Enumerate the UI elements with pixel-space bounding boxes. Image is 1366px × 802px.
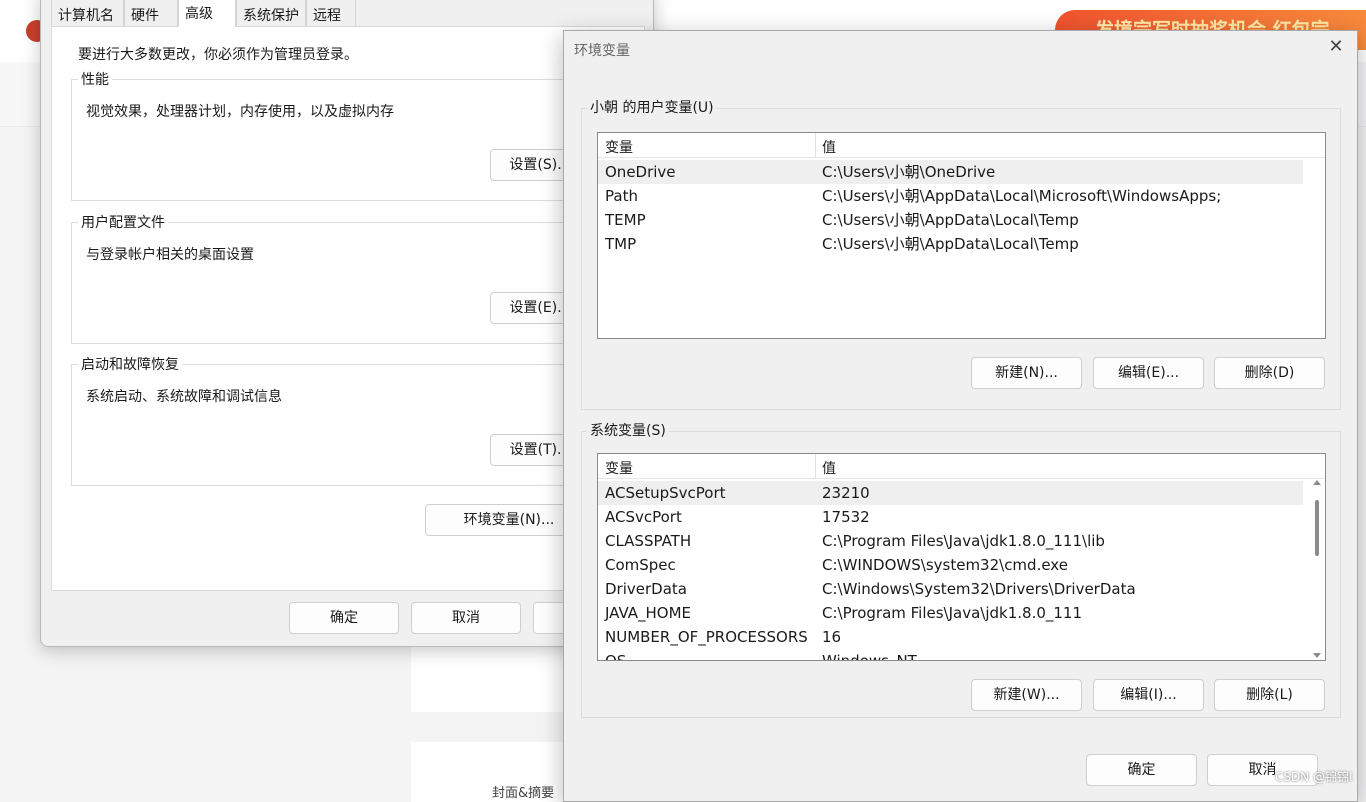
variable-value: 17532 (822, 508, 870, 526)
table-row[interactable]: ACSetupSvcPort 23210 (598, 481, 1303, 505)
variable-name: Path (605, 187, 638, 205)
variable-value: C:\Users\小朝\AppData\Local\Temp (822, 211, 1079, 229)
table-row[interactable]: NUMBER_OF_PROCESSORS 16 (598, 625, 1303, 649)
table-row[interactable]: Path C:\Users\小朝\AppData\Local\Microsoft… (598, 184, 1303, 208)
scroll-up-arrow-icon[interactable] (1313, 480, 1321, 485)
env-ok-button[interactable]: 确定 (1086, 754, 1197, 786)
variable-value: C:\Program Files\Java\jdk1.8.0_111\lib (822, 532, 1105, 550)
ok-button[interactable]: 确定 (289, 602, 399, 634)
user-new-button[interactable]: 新建(N)... (971, 357, 1082, 389)
user-profiles-title: 用户配置文件 (78, 212, 168, 232)
user-variables-group: 小朝 的用户变量(U) 变量 值 OneDrive C:\Users\小朝\On… (581, 97, 1341, 410)
variable-name: JAVA_HOME (605, 604, 692, 622)
variable-name: OneDrive (605, 163, 676, 181)
performance-group: 性能 视觉效果，处理器计划，内存使用，以及虚拟内存 设置(S)... (71, 69, 643, 201)
variable-name: CLASSPATH (605, 532, 692, 550)
variable-name: NUMBER_OF_PROCESSORS (605, 628, 808, 646)
variable-value: C:\Windows\System32\Drivers\DriverData (822, 580, 1136, 598)
system-properties-dialog: 计算机名 硬件 高级 系统保护 远程 要进行大多数更改，你必须作为管理员登录。 … (40, 0, 654, 647)
user-variables-list[interactable]: 变量 值 OneDrive C:\Users\小朝\OneDrive Path … (597, 132, 1326, 339)
table-row[interactable]: ComSpec C:\WINDOWS\system32\cmd.exe (598, 553, 1303, 577)
table-row[interactable]: DriverData C:\Windows\System32\Drivers\D… (598, 577, 1303, 601)
admin-note: 要进行大多数更改，你必须作为管理员登录。 (78, 47, 358, 63)
variable-value: 16 (822, 628, 842, 646)
list-header: 变量 值 (598, 454, 1325, 479)
variable-value: C:\Program Files\Java\jdk1.8.0_111 (822, 604, 1083, 622)
system-variables-title: 系统变量(S) (587, 420, 669, 440)
startup-recovery-description: 系统启动、系统故障和调试信息 (86, 389, 282, 405)
variable-value: C:\Users\小朝\AppData\Local\Temp (822, 235, 1079, 253)
vertical-scrollbar[interactable] (1311, 478, 1323, 660)
user-profiles-description: 与登录帐户相关的桌面设置 (86, 247, 254, 263)
column-header-value[interactable]: 值 (822, 458, 836, 478)
variable-value: C:\Users\小朝\AppData\Local\Microsoft\Wind… (822, 187, 1222, 205)
variable-value: 23210 (822, 484, 870, 502)
system-delete-button[interactable]: 删除(L) (1214, 679, 1325, 711)
system-new-button[interactable]: 新建(W)... (971, 679, 1082, 711)
variable-name: TEMP (605, 211, 646, 229)
system-edit-button[interactable]: 编辑(I)... (1093, 679, 1204, 711)
csdn-watermark: CSDN @锦锦I (1275, 770, 1353, 784)
cancel-button[interactable]: 取消 (411, 602, 521, 634)
user-profiles-group: 用户配置文件 与登录帐户相关的桌面设置 设置(E)... (71, 212, 643, 344)
advanced-tab-panel: 要进行大多数更改，你必须作为管理员登录。 性能 视觉效果，处理器计划，内存使用，… (51, 26, 645, 591)
table-row[interactable]: TMP C:\Users\小朝\AppData\Local\Temp (598, 232, 1303, 256)
tab-advanced[interactable]: 高级 (178, 0, 236, 27)
system-variables-list[interactable]: 变量 值 ACSetupSvcPort 23210 ACSvcPort 1753… (597, 453, 1326, 661)
variable-name: DriverData (605, 580, 687, 598)
variable-value: Windows_NT (822, 652, 917, 661)
startup-recovery-group: 启动和故障恢复 系统启动、系统故障和调试信息 设置(T)... (71, 354, 643, 486)
list-header: 变量 值 (598, 133, 1325, 158)
user-delete-button[interactable]: 删除(D) (1214, 357, 1325, 389)
system-variables-group: 系统变量(S) 变量 值 ACSetupSvcPort 23210 ACSvcP… (581, 420, 1341, 718)
tab-system-protection[interactable]: 系统保护 (236, 0, 306, 27)
startup-recovery-title: 启动和故障恢复 (78, 354, 182, 374)
performance-title: 性能 (78, 69, 112, 89)
performance-description: 视觉效果，处理器计划，内存使用，以及虚拟内存 (86, 104, 394, 120)
column-header-variable[interactable]: 变量 (605, 458, 633, 478)
close-icon[interactable]: ✕ (1325, 36, 1347, 58)
scroll-down-arrow-icon[interactable] (1313, 653, 1321, 658)
table-row[interactable]: OS Windows_NT (598, 649, 1303, 661)
column-header-variable[interactable]: 变量 (605, 137, 633, 157)
table-row[interactable]: CLASSPATH C:\Program Files\Java\jdk1.8.0… (598, 529, 1303, 553)
scroll-thumb[interactable] (1315, 500, 1319, 556)
table-row[interactable]: TEMP C:\Users\小朝\AppData\Local\Temp (598, 208, 1303, 232)
table-row[interactable]: OneDrive C:\Users\小朝\OneDrive (598, 160, 1303, 184)
user-edit-button[interactable]: 编辑(E)... (1093, 357, 1204, 389)
variable-name: ComSpec (605, 556, 676, 574)
dialog-title: 环境变量 (574, 43, 630, 59)
variable-name: ACSetupSvcPort (605, 484, 726, 502)
variable-name: ACSvcPort (605, 508, 682, 526)
variable-name: TMP (605, 235, 637, 253)
variable-name: OS (605, 652, 627, 661)
table-row[interactable]: ACSvcPort 17532 (598, 505, 1303, 529)
tab-hardware[interactable]: 硬件 (124, 0, 178, 27)
column-divider[interactable] (815, 454, 816, 478)
user-variables-title: 小朝 的用户变量(U) (587, 97, 717, 117)
column-header-value[interactable]: 值 (822, 137, 836, 157)
variable-value: C:\WINDOWS\system32\cmd.exe (822, 556, 1068, 574)
tab-remote[interactable]: 远程 (306, 0, 356, 27)
column-divider[interactable] (815, 133, 816, 157)
tab-computer-name[interactable]: 计算机名 (51, 0, 124, 27)
variable-value: C:\Users\小朝\OneDrive (822, 163, 996, 181)
content-card (411, 640, 571, 712)
environment-variables-dialog: 环境变量 ✕ 小朝 的用户变量(U) 变量 值 OneDrive C:\User… (563, 30, 1358, 802)
table-row[interactable]: JAVA_HOME C:\Program Files\Java\jdk1.8.0… (598, 601, 1303, 625)
